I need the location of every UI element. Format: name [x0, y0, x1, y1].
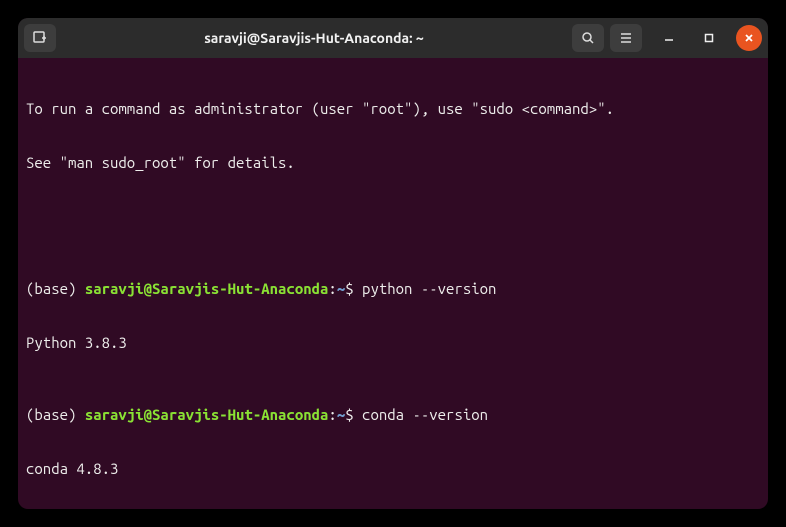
minimize-icon — [663, 32, 675, 44]
maximize-button[interactable] — [696, 25, 722, 51]
close-icon — [743, 32, 755, 44]
titlebar: saravji@Saravjis-Hut-Anaconda: ~ — [18, 18, 768, 58]
prompt-userhost: saravji@Saravjis-Hut-Anaconda — [85, 280, 329, 297]
maximize-icon — [703, 32, 715, 44]
prompt-path: ~ — [337, 280, 345, 297]
terminal-window: saravji@Saravjis-Hut-Anaconda: ~ — [18, 18, 768, 509]
output-1: Python 3.8.3 — [26, 334, 760, 352]
prompt-path: ~ — [337, 406, 345, 423]
command-1: python --version — [362, 280, 496, 297]
search-button[interactable] — [572, 24, 604, 52]
prompt-colon: : — [328, 406, 336, 423]
prompt-userhost: saravji@Saravjis-Hut-Anaconda — [85, 406, 329, 423]
terminal-body[interactable]: To run a command as administrator (user … — [18, 58, 768, 509]
prompt-line-2: (base) saravji@Saravjis-Hut-Anaconda:~$ … — [26, 406, 760, 424]
intro-line2: See "man sudo_root" for details. — [26, 154, 760, 172]
prompt-env: (base) — [26, 406, 85, 423]
hamburger-icon — [618, 30, 634, 46]
output-2: conda 4.8.3 — [26, 460, 760, 478]
window-title: saravji@Saravjis-Hut-Anaconda: ~ — [62, 30, 566, 46]
prompt-colon: : — [328, 280, 336, 297]
blank-line — [26, 208, 760, 226]
menu-button[interactable] — [610, 24, 642, 52]
prompt-dollar: $ — [345, 406, 362, 423]
prompt-env: (base) — [26, 280, 85, 297]
command-2: conda --version — [362, 406, 488, 423]
new-tab-icon — [32, 30, 48, 46]
close-button[interactable] — [736, 25, 762, 51]
new-tab-button[interactable] — [24, 24, 56, 52]
search-icon — [580, 30, 596, 46]
prompt-line-1: (base) saravji@Saravjis-Hut-Anaconda:~$ … — [26, 280, 760, 298]
intro-line1: To run a command as administrator (user … — [26, 100, 760, 118]
minimize-button[interactable] — [656, 25, 682, 51]
prompt-dollar: $ — [345, 280, 362, 297]
